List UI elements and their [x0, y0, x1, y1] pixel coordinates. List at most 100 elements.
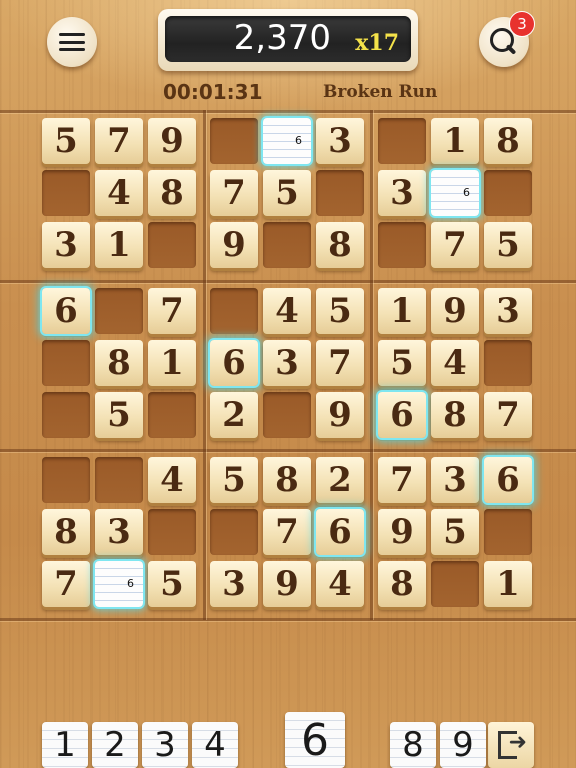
number-tile[interactable]: 2 [316, 457, 364, 503]
note-cell[interactable]: 6 [95, 561, 143, 607]
empty-cell[interactable] [148, 509, 196, 555]
empty-cell[interactable] [42, 340, 90, 386]
number-tile[interactable]: 9 [148, 118, 196, 164]
number-tile[interactable]: 3 [263, 340, 311, 386]
game-mode-label: Broken Run [323, 82, 438, 102]
empty-cell[interactable] [378, 222, 426, 268]
highlighted-number-tile[interactable]: 6 [484, 457, 532, 503]
number-tile[interactable]: 9 [263, 561, 311, 607]
number-tile[interactable]: 1 [378, 288, 426, 334]
empty-cell[interactable] [95, 288, 143, 334]
empty-cell[interactable] [210, 288, 258, 334]
number-tile[interactable]: 7 [148, 288, 196, 334]
empty-cell[interactable] [263, 222, 311, 268]
number-key[interactable]: 9 [440, 722, 486, 768]
number-tile[interactable]: 7 [42, 561, 90, 607]
number-key[interactable]: 1 [42, 722, 88, 768]
note-cell[interactable]: 6 [431, 170, 479, 216]
number-tile[interactable]: 8 [378, 561, 426, 607]
box-divider [0, 280, 576, 283]
number-key[interactable]: 4 [192, 722, 238, 768]
number-tile[interactable]: 7 [484, 392, 532, 438]
pencil-mark: 6 [463, 186, 470, 199]
number-tile[interactable]: 9 [431, 288, 479, 334]
score-panel: 2,370 x17 [158, 9, 418, 71]
empty-cell[interactable] [263, 392, 311, 438]
number-tile[interactable]: 3 [95, 509, 143, 555]
number-tile[interactable]: 5 [316, 288, 364, 334]
empty-cell[interactable] [484, 340, 532, 386]
empty-cell[interactable] [42, 457, 90, 503]
number-tile[interactable]: 7 [95, 118, 143, 164]
number-tile[interactable]: 5 [95, 392, 143, 438]
pencil-mark: 6 [127, 577, 134, 590]
number-tile[interactable]: 8 [263, 457, 311, 503]
number-tile[interactable]: 3 [378, 170, 426, 216]
number-tile[interactable]: 7 [431, 222, 479, 268]
number-tile[interactable]: 3 [484, 288, 532, 334]
number-tile[interactable]: 3 [316, 118, 364, 164]
empty-cell[interactable] [316, 170, 364, 216]
highlighted-number-tile[interactable]: 6 [316, 509, 364, 555]
empty-cell[interactable] [210, 509, 258, 555]
number-tile[interactable]: 2 [210, 392, 258, 438]
number-tile[interactable]: 4 [148, 457, 196, 503]
empty-cell[interactable] [210, 118, 258, 164]
number-tile[interactable]: 5 [263, 170, 311, 216]
highlighted-number-tile[interactable]: 6 [210, 340, 258, 386]
number-tile[interactable]: 8 [431, 392, 479, 438]
number-tile[interactable]: 7 [263, 509, 311, 555]
number-tile[interactable]: 3 [42, 222, 90, 268]
number-tile[interactable]: 5 [210, 457, 258, 503]
number-tile[interactable]: 4 [431, 340, 479, 386]
empty-cell[interactable] [95, 457, 143, 503]
highlighted-number-tile[interactable]: 6 [378, 392, 426, 438]
number-tile[interactable]: 5 [42, 118, 90, 164]
highlighted-number-tile[interactable]: 6 [42, 288, 90, 334]
number-tile[interactable]: 5 [431, 509, 479, 555]
number-tile[interactable]: 8 [316, 222, 364, 268]
number-tile[interactable]: 8 [42, 509, 90, 555]
exit-button[interactable] [488, 722, 534, 768]
number-tile[interactable]: 3 [210, 561, 258, 607]
number-tile[interactable]: 3 [431, 457, 479, 503]
empty-cell[interactable] [378, 118, 426, 164]
number-tile[interactable]: 5 [148, 561, 196, 607]
number-tile[interactable]: 7 [378, 457, 426, 503]
hint-search-button[interactable]: 3 [479, 11, 535, 67]
number-key[interactable]: 8 [390, 722, 436, 768]
number-tile[interactable]: 1 [484, 561, 532, 607]
number-tile[interactable]: 7 [210, 170, 258, 216]
note-cell[interactable]: 6 [263, 118, 311, 164]
empty-cell[interactable] [42, 392, 90, 438]
number-key[interactable]: 3 [142, 722, 188, 768]
number-tile[interactable]: 4 [316, 561, 364, 607]
empty-cell[interactable] [484, 170, 532, 216]
score-value: 2,370 [233, 18, 331, 58]
number-tile[interactable]: 9 [316, 392, 364, 438]
number-key[interactable]: 2 [92, 722, 138, 768]
board-line [0, 618, 576, 621]
number-tile[interactable]: 8 [95, 340, 143, 386]
empty-cell[interactable] [42, 170, 90, 216]
exit-icon [497, 730, 527, 759]
menu-button[interactable] [47, 17, 97, 67]
number-tile[interactable]: 4 [95, 170, 143, 216]
number-tile[interactable]: 1 [95, 222, 143, 268]
number-tile[interactable]: 8 [148, 170, 196, 216]
number-tile[interactable]: 1 [431, 118, 479, 164]
number-tile[interactable]: 7 [316, 340, 364, 386]
empty-cell[interactable] [148, 392, 196, 438]
number-tile[interactable]: 9 [210, 222, 258, 268]
number-tile[interactable]: 8 [484, 118, 532, 164]
empty-cell[interactable] [484, 509, 532, 555]
number-tile[interactable]: 5 [378, 340, 426, 386]
number-tile[interactable]: 9 [378, 509, 426, 555]
number-key-selected[interactable]: 6 [285, 712, 345, 768]
box-divider [0, 449, 576, 452]
number-tile[interactable]: 1 [148, 340, 196, 386]
empty-cell[interactable] [148, 222, 196, 268]
number-tile[interactable]: 4 [263, 288, 311, 334]
empty-cell[interactable] [431, 561, 479, 607]
number-tile[interactable]: 5 [484, 222, 532, 268]
